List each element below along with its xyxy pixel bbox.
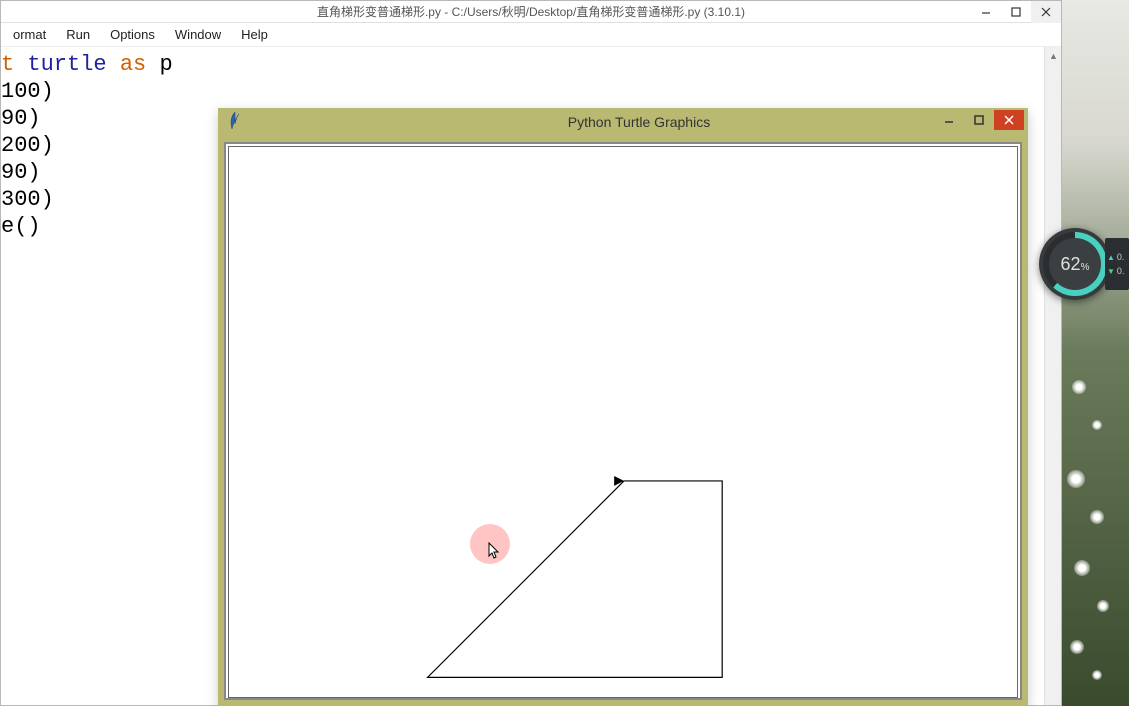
turtle-graphics-window: Python Turtle Graphics [218, 108, 1028, 706]
editor-titlebar[interactable]: 直角梯形变普通梯形.py - C:/Users/秋明/Desktop/直角梯形变… [1, 1, 1061, 23]
turtle-titlebar[interactable]: Python Turtle Graphics [218, 108, 1028, 136]
turtle-body [218, 136, 1028, 706]
maximize-icon [974, 115, 984, 125]
code-line-7: e() [1, 214, 41, 239]
code-line-6: 300) [1, 187, 54, 212]
gauge-circle[interactable]: 62% [1039, 228, 1111, 300]
code-line-2: 100) [1, 79, 54, 104]
editor-menubar: ormat Run Options Window Help [1, 23, 1061, 47]
turtle-drawing [229, 147, 1017, 697]
close-icon [1041, 7, 1051, 17]
code-line-5: 90) [1, 160, 41, 185]
editor-window-controls [971, 1, 1061, 23]
scroll-up-icon[interactable]: ▲ [1045, 47, 1061, 64]
system-gauge-widget[interactable]: 62% ▲0. ▼0. [1039, 228, 1129, 300]
turtle-minimize-button[interactable] [934, 110, 964, 130]
code-line-1: t turtle as p [1, 52, 173, 77]
turtle-close-button[interactable] [994, 110, 1024, 130]
minimize-icon [981, 7, 991, 17]
turtle-title: Python Turtle Graphics [250, 114, 1028, 130]
code-line-3: 90) [1, 106, 41, 131]
editor-scrollbar[interactable]: ▲ [1044, 47, 1061, 705]
turtle-maximize-button[interactable] [964, 110, 994, 130]
code-line-4: 200) [1, 133, 54, 158]
maximize-button[interactable] [1001, 1, 1031, 23]
minimize-button[interactable] [971, 1, 1001, 23]
code-area[interactable]: t turtle as p 100) 90) 200) 90) 300) e() [1, 47, 173, 240]
arrow-up-icon: ▲ [1107, 253, 1115, 262]
turtle-app-icon [228, 112, 242, 133]
menu-help[interactable]: Help [231, 25, 278, 44]
menu-run[interactable]: Run [56, 25, 100, 44]
arrow-down-icon: ▼ [1107, 267, 1115, 276]
menu-window[interactable]: Window [165, 25, 231, 44]
menu-format[interactable]: ormat [3, 25, 56, 44]
gauge-value: 62% [1061, 254, 1090, 275]
close-button[interactable] [1031, 1, 1061, 23]
maximize-icon [1011, 7, 1021, 17]
turtle-canvas [224, 142, 1022, 700]
desktop-background [1062, 0, 1129, 706]
turtle-canvas-inner [228, 146, 1018, 698]
minimize-icon [944, 115, 954, 125]
gauge-download: ▼0. [1107, 266, 1127, 276]
gauge-net-panel: ▲0. ▼0. [1105, 238, 1129, 290]
close-icon [1004, 115, 1014, 125]
menu-options[interactable]: Options [100, 25, 165, 44]
gauge-inner: 62% [1049, 238, 1101, 290]
gauge-upload: ▲0. [1107, 252, 1127, 262]
turtle-window-controls [934, 110, 1024, 130]
editor-title: 直角梯形变普通梯形.py - C:/Users/秋明/Desktop/直角梯形变… [1, 3, 1061, 20]
